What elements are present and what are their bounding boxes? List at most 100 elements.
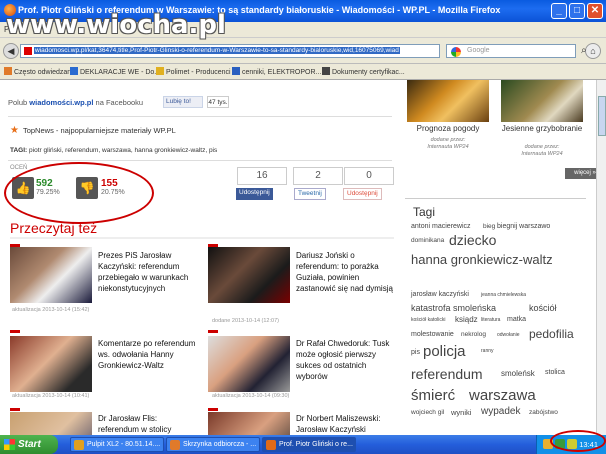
article-thumbnail[interactable] <box>10 412 92 435</box>
bookmark-item[interactable]: Często odwiedzane <box>4 67 75 76</box>
tag-cloud-title: Tagi <box>413 205 436 219</box>
photo-mushrooms[interactable] <box>501 80 583 122</box>
taskbar-item[interactable]: Skrzynka odbiorcza - ... <box>166 437 260 452</box>
facebook-share-button[interactable]: Udostępnij <box>236 188 273 200</box>
taskbar-item-active[interactable]: Prof. Piotr Gliński o re... <box>262 437 356 452</box>
tag-link[interactable]: zabójstwo <box>529 409 558 416</box>
tag-link[interactable]: pis <box>411 349 420 356</box>
share-count-twitter: 2 <box>293 167 343 185</box>
bookmarks-toolbar: Często odwiedzane DEKLARACJE WE - Do... Po… <box>0 64 606 80</box>
more-button[interactable]: więcej » <box>565 168 596 179</box>
tweet-button[interactable]: Tweetnij <box>294 188 326 200</box>
photo-weather[interactable] <box>407 80 489 122</box>
like-count: 47 tys. <box>207 96 229 108</box>
taskbar-item[interactable]: Pulpit XL2 - 80.51.14.... <box>70 437 164 452</box>
article-thumbnail[interactable] <box>10 247 92 303</box>
tag-link[interactable]: jarosław kaczyński <box>411 291 469 298</box>
tag-link[interactable]: hanna gronkiewicz-waltz <box>411 252 571 268</box>
article-date: dodane 2013-10-14 (12:07) <box>212 318 279 324</box>
tag-link[interactable]: molestowanie <box>411 331 454 338</box>
vertical-scrollbar[interactable] <box>596 80 606 435</box>
tag-link[interactable]: kościół <box>529 303 557 313</box>
bookmark-item[interactable]: Polimet - Producenci ... <box>156 67 238 76</box>
firefox-icon <box>266 440 276 450</box>
google-share-button[interactable]: Udostępnij <box>343 188 382 200</box>
page-content: Polub wiadomości.wp.pl na Facebooku Lubi… <box>0 80 596 435</box>
bookmark-item[interactable]: cenniki, ELEKTROPOR... <box>232 67 321 76</box>
article-thumbnail[interactable] <box>10 336 92 392</box>
start-button[interactable]: Start <box>0 435 58 454</box>
tag-link[interactable]: ksiądz <box>455 315 478 324</box>
tag-link[interactable]: pedofilia <box>529 327 574 341</box>
tag-link[interactable]: policja <box>423 343 466 360</box>
search-icon[interactable]: ⌕ <box>581 45 595 59</box>
tag-link[interactable]: smoleńsk <box>501 369 535 378</box>
site-favicon <box>24 47 32 55</box>
share-count-google: 0 <box>344 167 394 185</box>
back-button[interactable]: ◀ <box>3 43 19 59</box>
maximize-button[interactable]: □ <box>569 3 585 19</box>
article-title[interactable]: Dr Jarosław Flis: referendum w stolicy <box>98 413 200 435</box>
app-icon <box>74 440 84 450</box>
tag-link[interactable]: dziecko <box>449 232 496 248</box>
taskbar: Start Pulpit XL2 - 80.51.14.... Skrzynka… <box>0 435 606 454</box>
article-title[interactable]: Dr Norbert Maliszewski: Jarosław Kaczyńs… <box>296 413 398 435</box>
article-thumbnail[interactable] <box>208 247 290 303</box>
google-icon <box>451 47 461 57</box>
share-count-facebook: 16 <box>237 167 287 185</box>
article-title[interactable]: Dr Rafał Chwedoruk: Tusk może ogłosić pi… <box>296 338 398 382</box>
tag-link[interactable]: bieg <box>483 223 495 230</box>
bookmark-icon <box>70 67 78 75</box>
tags-list[interactable]: piotr gliński, referendum, warszawa, han… <box>29 147 217 154</box>
article-title[interactable]: Dariusz Joński o referendum: to porażka … <box>296 250 398 294</box>
minimize-button[interactable]: _ <box>551 3 567 19</box>
tag-link[interactable]: referendum <box>411 366 483 382</box>
tag-link[interactable]: biegnij warszawo <box>497 223 550 230</box>
like-button[interactable]: Lubię to! <box>163 96 203 108</box>
tag-link[interactable]: wojciech gil <box>411 409 444 416</box>
bookmark-icon <box>4 67 12 75</box>
bookmark-icon <box>322 67 330 75</box>
divider <box>10 237 394 239</box>
tag-link[interactable]: wypadek <box>481 406 520 417</box>
windows-logo-icon <box>4 439 15 450</box>
tag-link[interactable]: ranny <box>481 348 494 354</box>
tag-link[interactable]: literatura <box>481 317 500 323</box>
tag-link[interactable]: katastrofa smoleńska <box>411 303 496 313</box>
tag-link[interactable]: dominikana <box>411 237 444 244</box>
tag-link[interactable]: odwołanie <box>497 332 520 338</box>
bookmark-item[interactable]: DEKLARACJE WE - Do... <box>70 67 160 76</box>
article-title[interactable]: Komentarze po referendum ws. odwołania H… <box>98 338 200 371</box>
tag-link[interactable]: stolica <box>545 369 565 376</box>
close-button[interactable]: ✕ <box>587 3 603 19</box>
article-thumbnail[interactable] <box>208 412 290 435</box>
tag-link[interactable]: jeanna chmielewska <box>481 292 526 298</box>
photo-title[interactable]: Prognoza pogody <box>403 124 493 133</box>
bookmark-icon <box>156 67 164 75</box>
tag-link[interactable]: śmierć <box>411 387 455 404</box>
tag-link[interactable]: wyniki <box>451 408 471 417</box>
article-date: aktualizacja 2013-10-14 (09:30) <box>212 393 290 399</box>
search-input[interactable]: Google ⌕ <box>446 44 587 58</box>
divider <box>8 160 392 161</box>
tag-link[interactable]: nekrolog <box>461 331 486 338</box>
photo-title[interactable]: Jesienne grzybobranie <box>497 124 587 133</box>
bookmark-item[interactable]: Dokumenty certyfikac... <box>322 67 405 76</box>
tag-link[interactable]: matka <box>507 316 526 323</box>
article-thumbnail[interactable] <box>208 336 290 392</box>
tag-link[interactable]: warszawa <box>469 387 536 404</box>
app-icon <box>170 440 180 450</box>
tag-link[interactable]: kościół katolicki <box>411 317 445 323</box>
article-date: aktualizacja 2013-10-14 (10:41) <box>12 393 90 399</box>
bookmark-icon <box>232 67 240 75</box>
topnews-line[interactable]: ★ TopNews - najpopularniejsze materiały W… <box>10 125 176 136</box>
star-icon: ★ <box>10 125 19 136</box>
scrollbar-thumb[interactable] <box>598 96 606 136</box>
article-title[interactable]: Prezes PiS Jarosław Kaczyński: referendu… <box>98 250 200 294</box>
divider <box>8 116 392 117</box>
tag-link[interactable]: antoni macierewicz <box>411 223 471 230</box>
highlight-ellipse <box>4 162 154 224</box>
address-bar[interactable]: wiadomosci.wp.pl/kat,36474,title,Prof-Pi… <box>20 44 440 58</box>
site-link[interactable]: wiadomości.wp.pl <box>29 98 93 107</box>
tags-line: TAGI: piotr gliński, referendum, warszaw… <box>10 147 218 154</box>
